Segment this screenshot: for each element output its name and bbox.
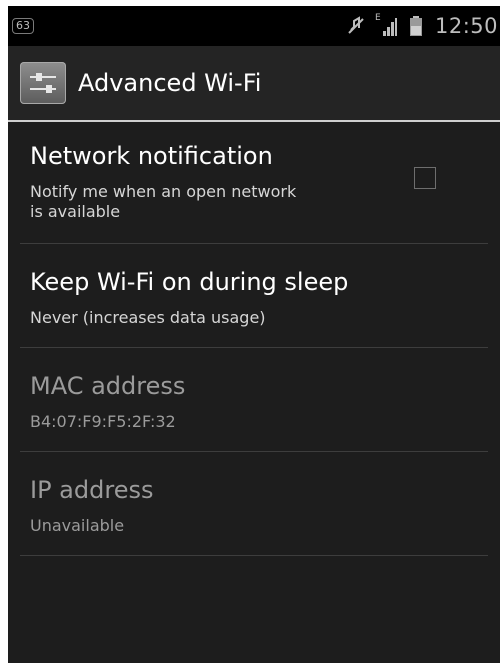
pref-title: Keep Wi-Fi on during sleep (30, 268, 349, 296)
pref-summary: Never (increases data usage) (30, 308, 266, 327)
status-bar: 63 E 12:50 (8, 6, 500, 46)
signal-icon: E (374, 13, 397, 37)
pref-summary: B4:07:F9:F5:2F:32 (30, 412, 176, 431)
pref-keep-wifi-on[interactable]: Keep Wi-Fi on during sleep Never (increa… (8, 244, 500, 348)
pref-network-notification[interactable]: Network notification Notify me when an o… (8, 122, 500, 244)
pref-title: Network notification (30, 142, 273, 170)
pref-title: IP address (30, 476, 154, 504)
pref-mac-address: MAC address B4:07:F9:F5:2F:32 (8, 348, 500, 452)
page-title: Advanced Wi-Fi (78, 69, 262, 97)
pref-title: MAC address (30, 372, 186, 400)
mute-icon (345, 15, 367, 37)
network-notification-checkbox[interactable] (414, 167, 436, 189)
pref-summary-line2: is available (30, 202, 121, 221)
status-time: 12:50 (434, 14, 498, 38)
preference-list: Network notification Notify me when an o… (8, 122, 500, 556)
phone-screen: 63 E 12:50 Advanced Wi-Fi Network notifi… (8, 6, 500, 663)
status-right: E 12:50 (345, 13, 498, 38)
list-divider (20, 555, 488, 556)
status-left: 63 (12, 18, 34, 34)
notification-count-badge: 63 (12, 18, 34, 34)
settings-sliders-icon[interactable] (20, 62, 66, 104)
pref-summary-line1: Notify me when an open network (30, 182, 297, 201)
pref-summary: Unavailable (30, 516, 125, 535)
network-type-label: E (374, 13, 381, 23)
battery-icon (405, 15, 427, 37)
pref-ip-address: IP address Unavailable (8, 452, 500, 556)
action-bar: Advanced Wi-Fi (8, 46, 500, 120)
